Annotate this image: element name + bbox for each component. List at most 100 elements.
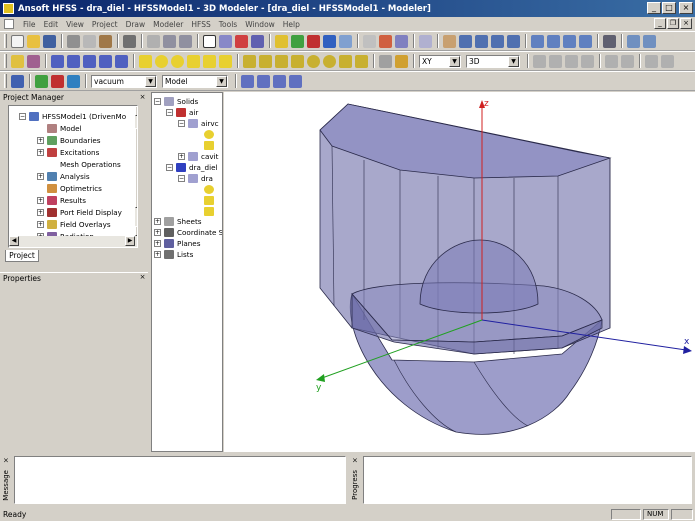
menu-tools[interactable]: Tools (215, 20, 241, 29)
3d-viewport[interactable]: z x y (224, 92, 695, 452)
tree-op-subtract[interactable] (204, 205, 217, 217)
close-icon[interactable]: × (351, 456, 359, 464)
magnet-icon[interactable] (235, 34, 248, 48)
child-minimize-button[interactable]: _ (654, 18, 666, 29)
minimize-button[interactable]: _ (647, 2, 661, 14)
menu-hfss[interactable]: HFSS (187, 20, 214, 29)
tree-item-results[interactable]: + Results (37, 194, 86, 206)
material-icon[interactable] (67, 74, 80, 88)
mesh-icon[interactable] (339, 34, 352, 48)
expand-icon[interactable]: + (37, 148, 44, 156)
menu-project[interactable]: Project (88, 20, 122, 29)
collapse-icon[interactable]: − (178, 119, 185, 127)
report-icon[interactable] (395, 34, 408, 48)
tree-node-lists[interactable]: + Lists (154, 248, 193, 260)
menu-edit[interactable]: Edit (40, 20, 63, 29)
open-icon[interactable] (27, 34, 40, 48)
progress-window[interactable] (363, 456, 692, 504)
new-icon[interactable] (11, 34, 24, 48)
mirror-icon[interactable] (605, 54, 618, 68)
menu-view[interactable]: View (62, 20, 88, 29)
results-icon[interactable] (307, 34, 320, 48)
chevron-down-icon[interactable]: ▼ (145, 75, 156, 87)
tree-item-port-field-display[interactable]: + Port Field Display (37, 206, 122, 218)
draw-arc-icon[interactable] (83, 54, 96, 68)
rotate-icon[interactable] (459, 34, 472, 48)
expand-icon[interactable]: + (154, 250, 161, 258)
menu-draw[interactable]: Draw (122, 20, 150, 29)
menu-file[interactable]: File (19, 20, 40, 29)
tree-item-optimetrics[interactable]: Optimetrics (47, 182, 102, 194)
collapse-icon[interactable]: − (154, 97, 161, 105)
paste-icon[interactable] (99, 34, 112, 48)
scroll-down-icon[interactable]: ▼ (135, 226, 137, 236)
3d-model-drawing[interactable]: z x y (224, 92, 695, 452)
close-icon[interactable]: × (2, 456, 10, 464)
scroll-right-icon[interactable]: ▶ (125, 236, 135, 246)
close-button[interactable]: × (679, 2, 693, 14)
tree-item-excitations[interactable]: + Excitations (37, 146, 99, 158)
measure-icon[interactable] (363, 34, 376, 48)
orbit-icon[interactable] (491, 34, 504, 48)
scroll-left-icon[interactable]: ◀ (9, 236, 19, 246)
tree-item-boundaries[interactable]: + Boundaries (37, 134, 101, 146)
undo-icon[interactable] (163, 34, 176, 48)
validate-icon[interactable] (275, 34, 288, 48)
draw-circle-icon[interactable] (155, 54, 168, 68)
draw-sheet-icon[interactable] (219, 54, 232, 68)
tree-item-model[interactable]: Model (47, 122, 82, 134)
draw-sphere-icon[interactable] (307, 54, 320, 68)
plot-icon[interactable] (379, 34, 392, 48)
collapse-icon[interactable]: − (178, 174, 185, 182)
expand-icon[interactable]: + (37, 220, 44, 228)
grid-icon[interactable] (241, 74, 254, 88)
cut-icon[interactable] (67, 34, 80, 48)
copy-icon[interactable] (83, 34, 96, 48)
draw-regular-polyhedron-icon[interactable] (275, 54, 288, 68)
model-combo[interactable]: Model ▼ (162, 74, 228, 88)
expand-icon[interactable]: + (37, 136, 44, 144)
tree-item-field-overlays[interactable]: + Field Overlays (37, 218, 111, 230)
analyze-icon[interactable] (291, 34, 304, 48)
chevron-down-icon[interactable]: ▼ (508, 55, 519, 67)
draw-cone-icon[interactable] (291, 54, 304, 68)
pan-icon[interactable] (443, 34, 456, 48)
maximize-button[interactable]: □ (662, 2, 676, 14)
child-close-button[interactable]: × (680, 18, 692, 29)
orient-icon[interactable] (627, 34, 640, 48)
zoom-out-icon[interactable] (547, 34, 560, 48)
window-icon[interactable] (419, 34, 432, 48)
collapse-icon[interactable]: − (166, 108, 173, 116)
menu-help[interactable]: Help (279, 20, 304, 29)
chevron-down-icon[interactable]: ▼ (449, 55, 460, 67)
draw-polygon-icon[interactable] (187, 54, 200, 68)
fit-all-icon[interactable] (579, 34, 592, 48)
project-icon[interactable] (11, 74, 24, 88)
horizontal-scrollbar[interactable]: ◀ ▶ (9, 236, 135, 247)
expand-icon[interactable]: + (178, 152, 185, 160)
scroll-up-icon[interactable]: ▲ (135, 106, 137, 116)
draw-arc-center-icon[interactable] (99, 54, 112, 68)
draw-cylinder-icon[interactable] (259, 54, 272, 68)
draw-regular-polygon-icon[interactable] (203, 54, 216, 68)
tree-root-model[interactable]: − HFSSModel1 (DrivenMo (19, 110, 126, 122)
message-window[interactable] (14, 456, 346, 504)
document-icon[interactable] (4, 19, 14, 29)
render-icon[interactable] (643, 34, 656, 48)
draw-helix-icon[interactable] (339, 54, 352, 68)
boundary-icon[interactable] (35, 74, 48, 88)
draw-spiral-icon[interactable] (355, 54, 368, 68)
delete-icon[interactable] (147, 34, 160, 48)
vertical-scrollbar[interactable]: ▲ ▼ (135, 106, 137, 247)
child-restore-button[interactable]: ❐ (667, 18, 679, 29)
chevron-down-icon[interactable]: ▼ (216, 75, 227, 87)
expand-icon[interactable]: + (37, 208, 44, 216)
excitation-icon[interactable] (51, 74, 64, 88)
expand-icon[interactable]: + (154, 239, 161, 247)
draw-box-icon[interactable] (243, 54, 256, 68)
save-icon[interactable] (43, 34, 56, 48)
field-overlay-icon[interactable] (323, 34, 336, 48)
snap-grid-icon[interactable] (273, 74, 286, 88)
toolbar-grip[interactable] (4, 54, 7, 68)
scroll-thumb[interactable] (135, 128, 137, 208)
